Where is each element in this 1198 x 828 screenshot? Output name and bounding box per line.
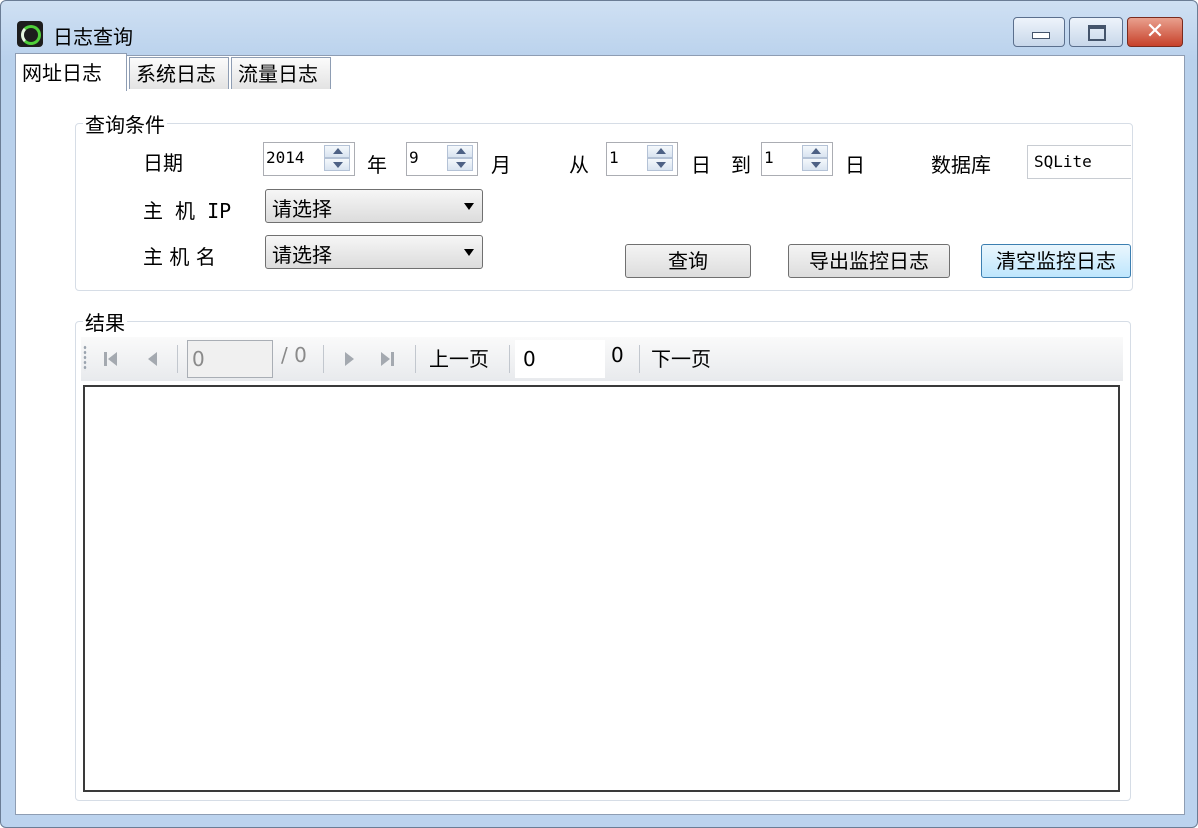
first-page-icon[interactable] bbox=[101, 349, 121, 369]
toolbar-separator bbox=[509, 345, 510, 373]
total-pages-label: / 0 bbox=[281, 343, 307, 367]
from-label: 从 bbox=[569, 153, 589, 177]
minimize-icon bbox=[1032, 32, 1050, 39]
year-value: 2014 bbox=[266, 148, 305, 167]
month-down-icon[interactable] bbox=[447, 158, 473, 171]
minimize-button[interactable] bbox=[1013, 17, 1065, 47]
toolbar-separator bbox=[323, 345, 324, 373]
tab-system-log[interactable]: 系统日志 bbox=[129, 57, 229, 89]
pager-toolbar: 0 / 0 上一页 0 0 下一页 bbox=[81, 337, 1123, 381]
page-count-label: 0 bbox=[611, 343, 624, 367]
close-icon: ✕ bbox=[1145, 19, 1165, 44]
host-ip-label: 主 机 IP bbox=[143, 199, 232, 223]
year-up-icon[interactable] bbox=[324, 145, 350, 158]
results-title: 结果 bbox=[83, 307, 127, 336]
query-button[interactable]: 查询 bbox=[625, 244, 751, 278]
month-value: 9 bbox=[409, 148, 419, 167]
database-label: 数据库 bbox=[931, 153, 991, 177]
toolbar-separator bbox=[639, 345, 640, 373]
clear-log-button[interactable]: 清空监控日志 bbox=[981, 244, 1131, 278]
to-day-down-icon[interactable] bbox=[802, 158, 828, 171]
from-day-value: 1 bbox=[609, 148, 619, 167]
from-day-spinner[interactable]: 1 bbox=[606, 142, 678, 176]
year-down-icon[interactable] bbox=[324, 158, 350, 171]
export-log-button[interactable]: 导出监控日志 bbox=[788, 244, 950, 278]
close-button[interactable]: ✕ bbox=[1127, 17, 1183, 47]
host-ip-selected: 请选择 bbox=[272, 197, 332, 221]
chevron-down-icon bbox=[464, 249, 474, 256]
maximize-button[interactable] bbox=[1069, 17, 1123, 47]
page-number-input[interactable]: 0 bbox=[187, 340, 273, 378]
month-unit-label: 月 bbox=[491, 153, 511, 177]
previous-page-icon[interactable] bbox=[143, 349, 163, 369]
app-icon bbox=[17, 21, 43, 47]
database-field[interactable]: SQLite bbox=[1027, 145, 1131, 179]
chevron-down-icon bbox=[464, 203, 474, 210]
host-ip-select[interactable]: 请选择 bbox=[265, 189, 483, 223]
from-day-down-icon[interactable] bbox=[647, 158, 673, 171]
toolbar-grip[interactable] bbox=[83, 345, 87, 371]
results-grid[interactable] bbox=[83, 385, 1120, 792]
next-page-button[interactable]: 下一页 bbox=[651, 343, 711, 372]
from-day-up-icon[interactable] bbox=[647, 145, 673, 158]
year-spinner[interactable]: 2014 bbox=[263, 142, 355, 176]
log-query-window: 日志查询 ✕ 网址日志 系统日志 流量日志 查询条件 日期 2014 年 9 月… bbox=[0, 0, 1198, 828]
window-title: 日志查询 bbox=[53, 25, 133, 49]
maximize-icon bbox=[1088, 25, 1106, 41]
page-field[interactable]: 0 bbox=[515, 340, 605, 378]
month-up-icon[interactable] bbox=[447, 145, 473, 158]
query-conditions-title: 查询条件 bbox=[83, 109, 167, 138]
host-name-selected: 请选择 bbox=[272, 243, 332, 267]
to-day-spinner[interactable]: 1 bbox=[761, 142, 833, 176]
tab-traffic-log[interactable]: 流量日志 bbox=[231, 57, 331, 89]
toolbar-separator bbox=[177, 345, 178, 373]
last-page-icon[interactable] bbox=[377, 349, 397, 369]
month-spinner[interactable]: 9 bbox=[406, 142, 478, 176]
date-label: 日期 bbox=[143, 151, 183, 175]
to-label: 到 bbox=[731, 153, 751, 177]
year-unit-label: 年 bbox=[367, 153, 387, 177]
title-bar[interactable]: 日志查询 ✕ bbox=[1, 1, 1197, 55]
tab-url-log[interactable]: 网址日志 bbox=[15, 53, 127, 91]
host-name-select[interactable]: 请选择 bbox=[265, 235, 483, 269]
next-page-icon[interactable] bbox=[339, 349, 359, 369]
previous-page-button[interactable]: 上一页 bbox=[429, 343, 489, 372]
toolbar-separator bbox=[415, 345, 416, 373]
to-day-value: 1 bbox=[764, 148, 774, 167]
to-day-up-icon[interactable] bbox=[802, 145, 828, 158]
from-day-unit-label: 日 bbox=[691, 153, 711, 177]
to-day-unit-label: 日 bbox=[845, 153, 865, 177]
host-name-label: 主 机 名 bbox=[143, 245, 216, 269]
